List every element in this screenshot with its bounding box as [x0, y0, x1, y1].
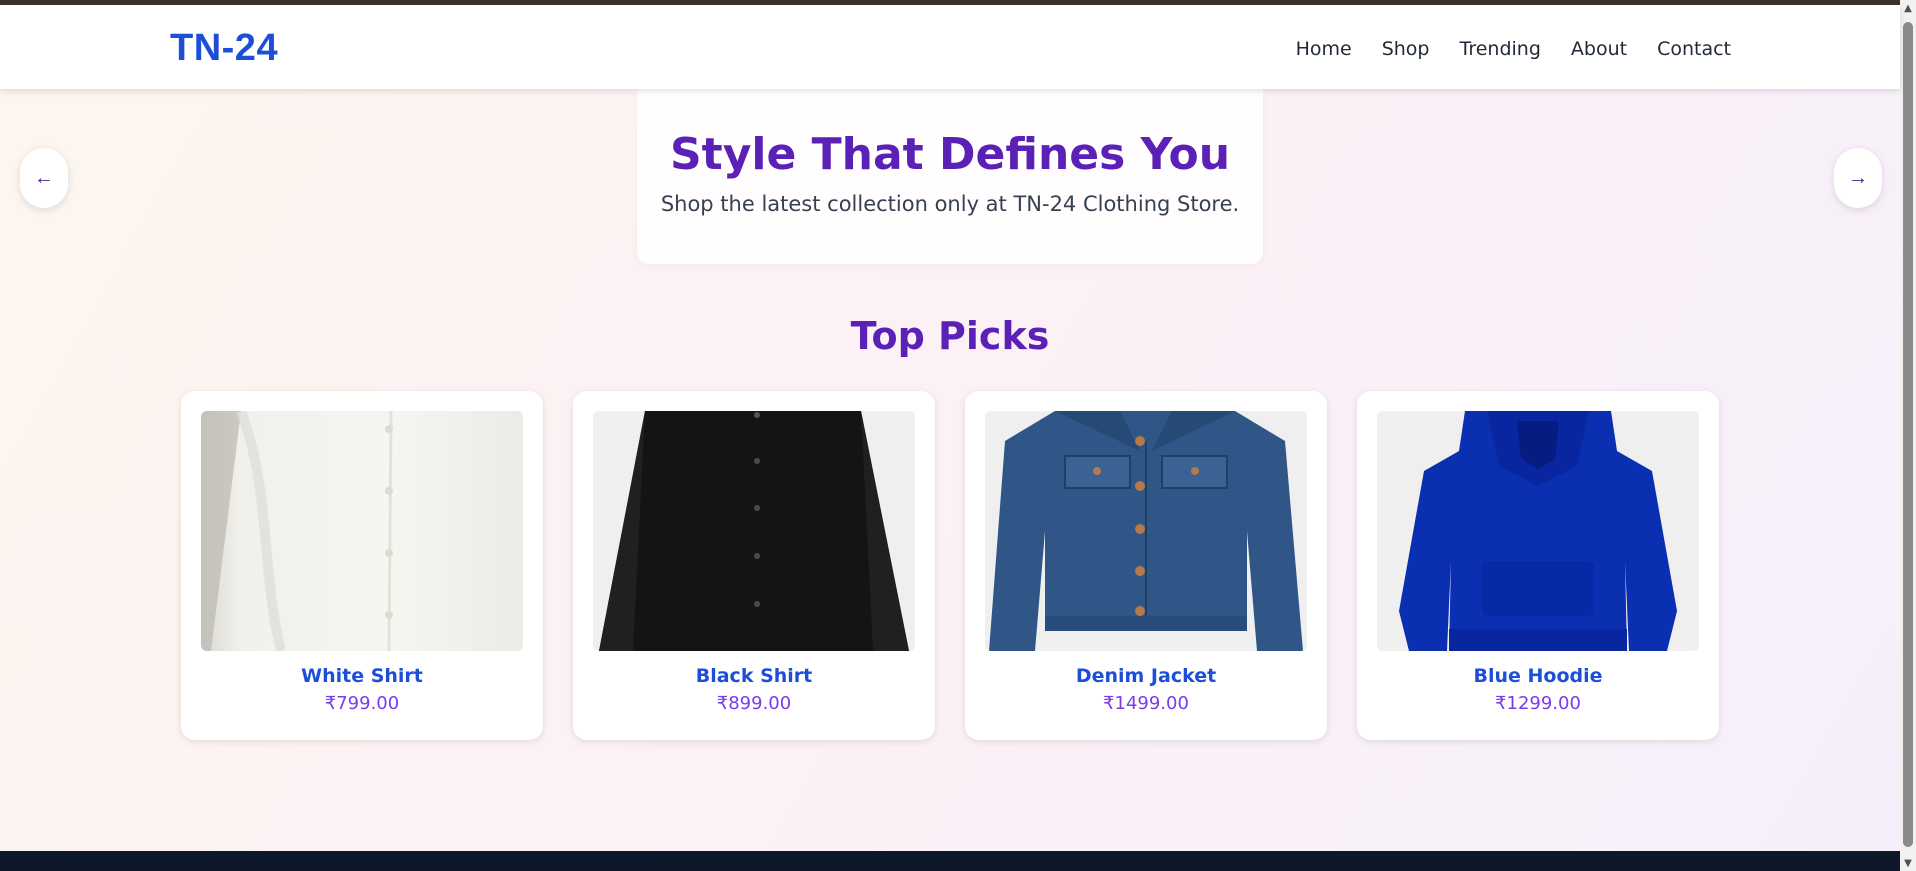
product-name[interactable]: Denim Jacket — [985, 665, 1307, 687]
nav-link-home[interactable]: Home — [1296, 38, 1352, 60]
hero-title: Style That Defines You — [669, 129, 1231, 180]
product-card-blue-hoodie[interactable]: Blue Hoodie ₹1299.00 — [1357, 391, 1719, 740]
denim-jacket-image[interactable] — [985, 411, 1307, 651]
top-picks-heading: Top Picks — [850, 314, 1050, 358]
navbar: TN-24 Home Shop Trending About Contact — [0, 5, 1900, 89]
hero-subtitle: Shop the latest collection only at TN-24… — [660, 192, 1240, 216]
product-card-denim-jacket[interactable]: Denim Jacket ₹1499.00 — [965, 391, 1327, 740]
nav-link-shop[interactable]: Shop — [1382, 38, 1430, 60]
product-price: ₹1499.00 — [1103, 693, 1189, 714]
nav-link-trending[interactable]: Trending — [1460, 38, 1541, 60]
main-nav: Home Shop Trending About Contact — [1296, 38, 1731, 60]
black-shirt-image[interactable] — [593, 411, 915, 651]
scroll-down-icon[interactable]: ▼ — [1900, 855, 1916, 871]
product-name[interactable]: White Shirt — [201, 665, 523, 687]
blue-hoodie-image[interactable] — [1377, 411, 1699, 651]
scroll-up-icon[interactable]: ▲ — [1900, 0, 1916, 16]
white-shirt-image[interactable] — [201, 411, 523, 651]
product-name[interactable]: Black Shirt — [593, 665, 915, 687]
footer — [0, 851, 1900, 871]
site-logo[interactable]: TN-24 — [170, 27, 278, 70]
product-price: ₹1299.00 — [1495, 693, 1581, 714]
nav-link-about[interactable]: About — [1571, 38, 1627, 60]
product-name[interactable]: Blue Hoodie — [1377, 665, 1699, 687]
product-price: ₹899.00 — [716, 693, 792, 714]
scrollbar-thumb[interactable] — [1903, 22, 1913, 847]
product-grid: White Shirt ₹799.00 Black Shirt ₹899.00 — [181, 391, 1719, 740]
page-scrollbar[interactable]: ▲ ▼ — [1900, 0, 1916, 871]
product-card-black-shirt[interactable]: Black Shirt ₹899.00 — [573, 391, 935, 740]
product-card-white-shirt[interactable]: White Shirt ₹799.00 — [181, 391, 543, 740]
slider-next-button[interactable]: → — [1834, 148, 1882, 208]
hero-banner: Style That Defines You Shop the latest c… — [637, 89, 1263, 264]
product-price: ₹799.00 — [324, 693, 400, 714]
slider-prev-button[interactable]: ← — [20, 148, 68, 208]
nav-link-contact[interactable]: Contact — [1657, 38, 1731, 60]
